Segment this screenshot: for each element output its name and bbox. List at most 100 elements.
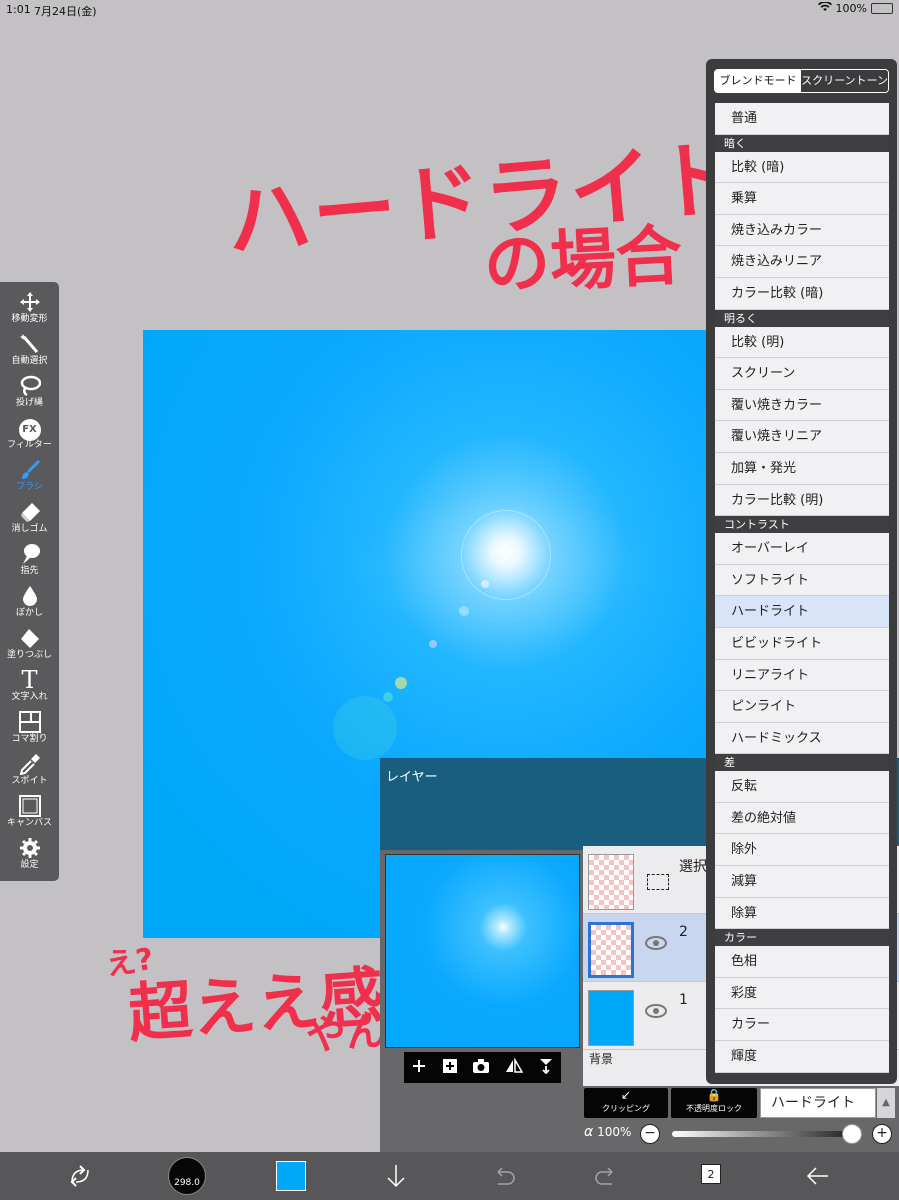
opacity-increase-button[interactable]: + <box>872 1124 892 1144</box>
tool-label: 投げ縄 <box>15 398 43 408</box>
tab-blend-mode[interactable]: ブレンドモード <box>715 70 802 92</box>
tool-lasso[interactable]: 投げ縄 <box>0 370 59 412</box>
canvas-preview[interactable] <box>385 854 580 1048</box>
layer-panel-title: レイヤー <box>386 770 438 785</box>
lens-haze <box>343 490 663 650</box>
blend-section-header: 差 <box>715 754 889 772</box>
tool-move[interactable]: 移動変形 <box>0 286 59 328</box>
lens-spark <box>383 692 393 702</box>
tool-settings[interactable]: 設定 <box>0 832 59 874</box>
opacity-slider[interactable] <box>672 1131 852 1137</box>
blend-mode-item[interactable]: ピンライト <box>715 691 889 723</box>
opacity-readout: α 100% <box>584 1124 631 1140</box>
blend-section-header: 暗く <box>715 134 889 152</box>
blend-mode-item[interactable]: 除算 <box>715 897 889 930</box>
blend-mode-item[interactable]: ソフトライト <box>715 564 889 597</box>
status-time: 1:01 <box>6 3 31 16</box>
merge-down-icon[interactable] <box>538 1058 554 1078</box>
blend-mode-item[interactable]: カラー <box>715 1009 889 1042</box>
tool-filter[interactable]: FX フィルター <box>0 412 59 454</box>
status-date: 7月24日(金) <box>34 5 97 18</box>
color-swatch[interactable] <box>276 1161 306 1191</box>
blend-mode-item[interactable]: カラー比較 (暗) <box>715 277 889 310</box>
lock-alpha-label: 不透明度ロック <box>686 1104 742 1113</box>
redo-icon[interactable] <box>594 1162 620 1198</box>
blend-mode-item[interactable]: 差の絶対値 <box>715 802 889 835</box>
blend-mode-item[interactable]: 除外 <box>715 834 889 867</box>
arrow-down-icon[interactable] <box>384 1162 408 1198</box>
add-layer-icon[interactable] <box>411 1058 427 1078</box>
blend-mode-item[interactable]: 輝度 <box>715 1041 889 1073</box>
selection-icon <box>647 874 669 890</box>
blend-mode-item[interactable]: カラー比較 (明) <box>715 484 889 517</box>
opacity-slider-knob[interactable] <box>842 1124 862 1144</box>
lens-spark <box>395 677 407 689</box>
transform-rotate-icon[interactable] <box>66 1162 94 1198</box>
blend-mode-item[interactable]: 彩度 <box>715 977 889 1010</box>
text-icon: T <box>21 666 38 694</box>
blend-mode-item[interactable]: 比較 (明) <box>715 326 889 359</box>
clipping-arrow-icon: ↙ <box>620 1088 632 1102</box>
blend-mode-item[interactable]: 加算・発光 <box>715 452 889 485</box>
tool-label: フィルター <box>7 440 52 450</box>
tool-text[interactable]: T 文字入れ <box>0 664 59 706</box>
camera-icon[interactable] <box>472 1058 490 1078</box>
flip-icon[interactable] <box>505 1056 524 1078</box>
tool-blur[interactable]: ぼかし <box>0 580 59 622</box>
tool-canvas[interactable]: キャンバス <box>0 790 59 832</box>
blend-mode-select[interactable]: ハードライト <box>760 1088 876 1118</box>
blend-section-header: コントラスト <box>715 516 889 534</box>
clipping-button[interactable]: ↙ クリッピング <box>584 1088 668 1118</box>
handwritten-subtitle: の場合 <box>482 216 684 305</box>
tool-fill[interactable]: 塗りつぶし <box>0 622 59 664</box>
opacity-decrease-button[interactable]: − <box>640 1124 660 1144</box>
chevron-up-icon[interactable]: ▲ <box>877 1088 895 1118</box>
blend-mode-item[interactable]: 乗算 <box>715 183 889 215</box>
tool-brush[interactable]: ブラシ <box>0 454 59 496</box>
blend-mode-item[interactable]: ビビッドライト <box>715 627 889 660</box>
lasso-icon <box>0 375 59 397</box>
blend-mode-item[interactable]: 比較 (暗) <box>715 151 889 184</box>
add-sublayer-icon[interactable] <box>442 1058 458 1078</box>
battery-percent: 100% <box>835 2 867 15</box>
blend-mode-item[interactable]: 普通 <box>715 103 889 135</box>
fx-icon: FX <box>0 417 59 441</box>
brush-size-indicator[interactable]: 298.0 <box>168 1157 206 1195</box>
tool-label: ぼかし <box>15 608 43 618</box>
blend-mode-item[interactable]: リニアライト <box>715 659 889 692</box>
eyedropper-icon <box>0 753 59 776</box>
alpha-symbol: α <box>584 1124 594 1140</box>
blend-mode-item[interactable]: 色相 <box>715 946 889 978</box>
blend-mode-item[interactable]: 焼き込みカラー <box>715 214 889 247</box>
undo-icon[interactable] <box>490 1162 516 1198</box>
tool-auto-select[interactable]: 自動選択 <box>0 328 59 370</box>
blend-mode-item[interactable]: ハードミックス <box>715 722 889 755</box>
tool-frame-divider[interactable]: コマ割り <box>0 706 59 748</box>
blend-mode-item[interactable]: 覆い焼きカラー <box>715 389 889 422</box>
blend-mode-item[interactable]: 覆い焼きリニア <box>715 421 889 453</box>
blend-mode-item[interactable]: オーバーレイ <box>715 533 889 565</box>
tool-label: コマ割り <box>11 734 48 744</box>
blend-mode-item[interactable]: 反転 <box>715 771 889 803</box>
tool-eyedropper[interactable]: スポイト <box>0 748 59 790</box>
back-arrow-icon[interactable] <box>804 1162 832 1198</box>
layer-count-button[interactable]: 2 <box>701 1164 721 1184</box>
eye-icon[interactable] <box>645 936 667 950</box>
tool-finger[interactable]: 指先 <box>0 538 59 580</box>
status-bar: 1:01 7月24日(金) 100% <box>0 0 899 18</box>
eye-icon[interactable] <box>645 1004 667 1018</box>
clipping-label: クリッピング <box>602 1104 650 1113</box>
lock-alpha-button[interactable]: 🔒 不透明度ロック <box>671 1088 757 1118</box>
fill-icon <box>0 627 59 649</box>
blend-mode-item-selected[interactable]: ハードライト <box>715 596 889 628</box>
layer-thumbnail <box>588 854 634 910</box>
blend-mode-item[interactable]: 焼き込みリニア <box>715 246 889 278</box>
tab-screentone[interactable]: スクリーントーン <box>801 70 888 92</box>
tool-eraser[interactable]: 消しゴム <box>0 496 59 538</box>
blend-mode-item[interactable]: スクリーン <box>715 358 889 390</box>
tool-label: 消しゴム <box>11 524 48 534</box>
blend-mode-item[interactable]: 減算 <box>715 866 889 898</box>
battery-icon <box>871 3 893 14</box>
canvas-icon <box>0 795 59 817</box>
tool-label: 文字入れ <box>11 692 48 702</box>
